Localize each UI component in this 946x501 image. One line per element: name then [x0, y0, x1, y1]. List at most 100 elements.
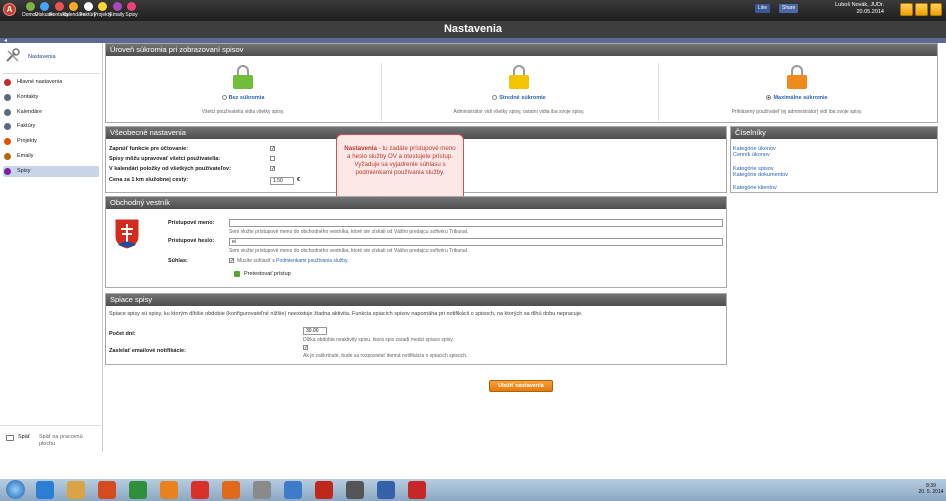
sidebar-item-2[interactable]: Kalendáre [3, 107, 99, 118]
privacy-radio[interactable] [766, 95, 772, 100]
slovak-coat-of-arms-icon [114, 218, 140, 250]
taskbar-app-icon[interactable] [315, 481, 333, 499]
privacy-radio[interactable] [221, 95, 227, 100]
taskbar-app-icon[interactable] [377, 481, 395, 499]
privacy-option-label: Stredné súkromie [499, 95, 546, 102]
days-input[interactable]: 30.00 [303, 327, 327, 335]
sidebar-item-icon [4, 93, 11, 101]
current-date: 20.05.2014 [856, 8, 884, 15]
sidebar [0, 43, 103, 452]
nav-item-7[interactable]: Spisy [121, 2, 143, 18]
notif-label: Zasielať emailové notifikácie: [109, 348, 186, 354]
sidebar-item-label: Kalendáre [17, 108, 43, 115]
notif-checkbox[interactable]: ✓ [303, 345, 308, 351]
general-setting-checkbox[interactable]: ✓ [270, 166, 275, 172]
sidebar-item-label: Hlavné nastavenia [17, 79, 63, 85]
privacy-option-desc: Administrátor vidí všetky spisy, ostatní… [453, 109, 585, 115]
vestnik-header: Obchodný vestník [106, 197, 726, 209]
lock-icon [509, 65, 529, 89]
back-button[interactable]: Späť [18, 434, 30, 440]
general-setting-checkbox[interactable] [270, 156, 275, 161]
facebook-share-button[interactable]: Share [779, 4, 799, 13]
cost-input[interactable]: 1.50 [270, 177, 294, 185]
privacy-option-0[interactable]: Bez súkromia [173, 95, 313, 101]
taskbar-app-icon[interactable] [408, 481, 426, 499]
username-label: Prístupové meno: [168, 220, 215, 226]
facebook-like-button[interactable]: Like [755, 4, 771, 13]
ciselnik-link[interactable]: Cenník úkonov [733, 152, 770, 158]
sidebar-item-label: Spisy [17, 167, 31, 174]
lock-icon [233, 65, 253, 89]
password-input[interactable]: ei [229, 238, 723, 246]
username-input[interactable] [229, 219, 723, 227]
ciselnik-link[interactable]: Kategórie dokumentov [733, 172, 788, 178]
password-label: Prístupové heslo: [168, 238, 215, 244]
sidebar-item-label: Projekty [17, 138, 37, 145]
consent-label: Súhlas: [168, 258, 188, 264]
nav-icon [127, 2, 136, 11]
home-icon [6, 435, 14, 441]
taskbar-app-icon[interactable] [191, 481, 209, 499]
days-label: Počet dní: [109, 331, 136, 337]
back-description: Späť na pracovnú plochu [39, 434, 83, 447]
terms-link[interactable]: Podmienkami používania služby. [276, 258, 348, 264]
days-hint: Dĺžka obdobia neaktivity spisu, ktorá sp… [303, 337, 454, 343]
taskbar-app-icon[interactable] [346, 481, 364, 499]
sidebar-item-icon [4, 153, 11, 160]
privacy-option-2[interactable]: Maximálne súkromie [727, 95, 867, 101]
power-icon[interactable] [915, 3, 928, 16]
taskbar-app-icon[interactable] [222, 481, 240, 499]
taskbar-app-icon[interactable] [36, 481, 54, 499]
nav-label: Spisy [125, 12, 138, 18]
taskbar-app-icon[interactable] [67, 481, 85, 499]
sidebar-item-label: Faktúry [17, 123, 36, 130]
privacy-option-1[interactable]: Stredné súkromie [449, 95, 589, 101]
general-setting-label: Zapnúť funkcie pre účtovanie: [109, 146, 189, 152]
divider [658, 63, 659, 121]
general-setting-checkbox[interactable]: ✓ [270, 146, 275, 152]
cost-label: Cena za 1 km služobnej cesty: [109, 177, 189, 183]
privacy-option-label: Maximálne súkromie [773, 95, 828, 102]
privacy-radio[interactable] [492, 95, 498, 100]
privacy-option-label: Bez súkromia [228, 95, 265, 102]
sidebar-footer-divider [0, 425, 103, 426]
sidebar-item-0[interactable]: Hlavné nastavenia [3, 77, 99, 88]
sidebar-item-3[interactable]: Faktúry [3, 121, 99, 132]
taskbar-app-icon[interactable] [253, 481, 271, 499]
save-settings-button[interactable]: Uložiť nastavenia [489, 380, 553, 392]
lock-icon [787, 65, 807, 89]
settings-tools-icon [5, 48, 21, 64]
sidebar-item-5[interactable]: Emaily [3, 151, 99, 162]
help-icon[interactable] [930, 3, 942, 16]
ciselniky-header: Číselníky [731, 127, 937, 139]
sidebar-item-6[interactable]: Spisy [3, 165, 99, 177]
taskbar-app-icon[interactable] [160, 481, 178, 499]
sidebar-item-icon [4, 138, 11, 146]
sidebar-item-icon [4, 108, 11, 116]
sidebar-item-label: Emaily [17, 153, 34, 159]
consent-checkbox[interactable]: ✓ [229, 258, 234, 264]
taskbar-app-icon[interactable] [129, 481, 147, 499]
tools-icon[interactable] [900, 3, 913, 16]
taskbar-app-icon[interactable] [284, 481, 302, 499]
clock: 8:39 20. 5. 2014 [918, 483, 944, 495]
start-button-icon[interactable] [6, 480, 25, 499]
sidebar-item-1[interactable]: Kontakty [3, 92, 99, 103]
user-info: Luboš Novák, JUDr. 20.05.2014 [812, 2, 884, 15]
divider [381, 63, 382, 121]
sidebar-item-4[interactable]: Projekty [3, 136, 99, 147]
privacy-option-desc: Prihlásený používateľ (ej administrátor)… [731, 109, 863, 115]
ciselnik-link[interactable]: Kategórie klientov [733, 185, 777, 191]
test-access-button[interactable]: Pretestovať prístup [244, 271, 291, 277]
app-logo[interactable]: A [3, 3, 16, 16]
tooltip-title: Nastavenia [344, 145, 377, 152]
sidebar-header: Nastavenia [28, 54, 56, 60]
privacy-panel-header: Úroveň súkromia pri zobrazovaní spisov [106, 44, 937, 56]
general-setting-label: V kalendári položky od všetkých používat… [109, 166, 231, 172]
consent-text: Musíte súhlasiť s Podmienkami používania… [237, 258, 349, 264]
username-hint: Sem vložte prístupové meno do obchodného… [229, 229, 469, 235]
page-title: Nastavenia [0, 21, 946, 38]
cost-unit: € [297, 177, 301, 183]
privacy-option-desc: Všetci používatelia vidia všetky spisy. [201, 109, 285, 115]
taskbar-app-icon[interactable] [98, 481, 116, 499]
